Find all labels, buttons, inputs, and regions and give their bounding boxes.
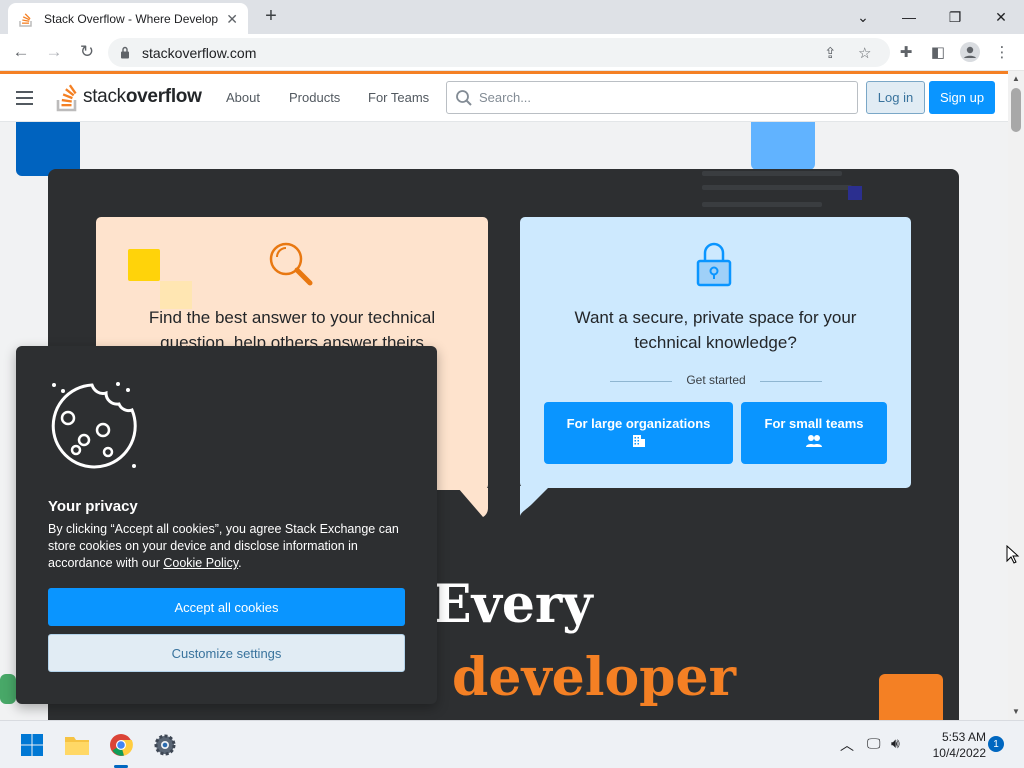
cookie-icon (51, 382, 137, 469)
network-icon[interactable]: 🖵 (867, 735, 881, 752)
notification-badge[interactable]: 1 (988, 736, 1004, 752)
forward-icon[interactable]: → (42, 40, 66, 64)
clock-date: 10/4/2022 (932, 746, 986, 760)
get-started-label: Get started (686, 373, 746, 387)
tab-close-icon[interactable]: ✕ (226, 11, 238, 28)
cookie-consent-dialog: Your privacy By clicking “Accept all coo… (16, 346, 437, 704)
settings-gear-icon[interactable] (149, 729, 181, 761)
decorative-line (702, 202, 822, 207)
scroll-down-arrow-icon[interactable]: ▼ (1012, 707, 1020, 716)
magnifier-icon (269, 242, 313, 286)
bookmark-star-icon[interactable]: ☆ (858, 44, 871, 62)
share-icon[interactable]: ⇪ (824, 44, 837, 62)
logo-wordmark: stackoverflow (83, 86, 202, 107)
minimize-icon[interactable]: — (886, 0, 932, 34)
card-pointer (520, 486, 550, 516)
large-organizations-label: For large organizations (566, 416, 711, 431)
cookie-dialog-body: By clicking “Accept all cookies”, you ag… (48, 522, 399, 570)
nav-about[interactable]: About (226, 90, 260, 105)
browser-menu-icon[interactable]: ⋮ (990, 40, 1014, 64)
browser-tab-bar: Stack Overflow - Where Develop ✕ + ⌄ — ❐… (0, 0, 1024, 34)
taskbar-clock[interactable]: 5:53 AM 10/4/2022 (912, 729, 986, 761)
url-text: stackoverflow.com (142, 45, 257, 61)
decorative-square (751, 122, 815, 170)
stackoverflow-favicon-icon (19, 12, 32, 27)
decorative-square (879, 674, 943, 720)
accept-all-cookies-button[interactable]: Accept all cookies (48, 588, 405, 626)
tab-search-icon[interactable]: ⌄ (840, 0, 886, 34)
chevron-up-icon[interactable]: ︿ (840, 735, 854, 755)
close-window-icon[interactable]: ✕ (978, 0, 1024, 34)
scroll-up-arrow-icon[interactable]: ▲ (1012, 74, 1020, 83)
cookie-dialog-title: Your privacy (48, 498, 138, 515)
padlock-icon (696, 242, 732, 287)
search-icon (456, 90, 472, 106)
decorative-line (702, 185, 852, 190)
customize-settings-button[interactable]: Customize settings (48, 634, 405, 672)
teams-card: Want a secure, private space for your te… (520, 217, 911, 488)
clock-time: 5:53 AM (941, 730, 986, 744)
decorative-line (702, 171, 842, 176)
page-scrollbar[interactable]: ▲ ▼ (1008, 71, 1024, 720)
people-icon (806, 435, 822, 447)
mouse-cursor-icon (1006, 545, 1020, 564)
cookie-policy-link[interactable]: Cookie Policy (163, 556, 238, 570)
nav-products[interactable]: Products (289, 90, 340, 105)
browser-toolbar: ← → ↻ stackoverflow.com ⇪ ☆ ✚ ◧ ⋮ (0, 34, 1024, 71)
volume-icon[interactable]: 🔊︎ (891, 735, 900, 752)
windows-start-icon[interactable] (16, 729, 48, 761)
reload-icon[interactable]: ↻ (75, 40, 99, 64)
decorative-square (128, 249, 160, 281)
lock-icon (121, 46, 129, 59)
small-teams-button[interactable]: For small teams (741, 402, 887, 464)
hamburger-menu-icon[interactable] (16, 91, 33, 105)
building-icon (632, 435, 645, 447)
login-button[interactable]: Log in (866, 81, 925, 114)
search-placeholder: Search... (479, 90, 532, 105)
address-bar[interactable]: stackoverflow.com ⇪ ☆ (108, 38, 890, 67)
decorative-square (16, 122, 80, 176)
decorative-square (848, 186, 862, 200)
divider-line (760, 381, 822, 382)
nav-for-teams[interactable]: For Teams (368, 90, 429, 105)
browser-tab[interactable]: Stack Overflow - Where Develop ✕ (8, 3, 248, 34)
tab-title: Stack Overflow - Where Develop (44, 11, 219, 26)
site-logo[interactable]: stackoverflow (56, 82, 202, 112)
new-tab-icon[interactable]: + (260, 5, 282, 28)
scrollbar-thumb[interactable] (1011, 88, 1021, 132)
profile-avatar-icon[interactable] (958, 40, 982, 64)
extensions-icon[interactable]: ✚ (894, 40, 918, 64)
file-explorer-icon[interactable] (61, 729, 93, 761)
chrome-icon[interactable] (105, 729, 137, 761)
hero-headline-line1: Every (432, 574, 593, 635)
side-panel-icon[interactable]: ◧ (926, 40, 950, 64)
stack-logo-icon (56, 84, 77, 112)
restore-icon[interactable]: ❐ (932, 0, 978, 34)
signup-button[interactable]: Sign up (929, 81, 995, 114)
large-organizations-button[interactable]: For large organizations (544, 402, 733, 464)
back-icon[interactable]: ← (9, 40, 33, 64)
small-teams-label: For small teams (764, 416, 864, 431)
hero-headline-line2: developer (452, 647, 737, 708)
search-input[interactable]: Search... (446, 81, 858, 114)
teams-card-text: Want a secure, private space for your te… (574, 308, 857, 352)
decorative-square (0, 674, 16, 704)
site-header: stackoverflow About Products For Teams S… (0, 74, 1008, 122)
windows-taskbar: ︿ 🖵 🔊︎ 5:53 AM 10/4/2022 1 (0, 720, 1024, 768)
card-pointer (458, 488, 488, 517)
